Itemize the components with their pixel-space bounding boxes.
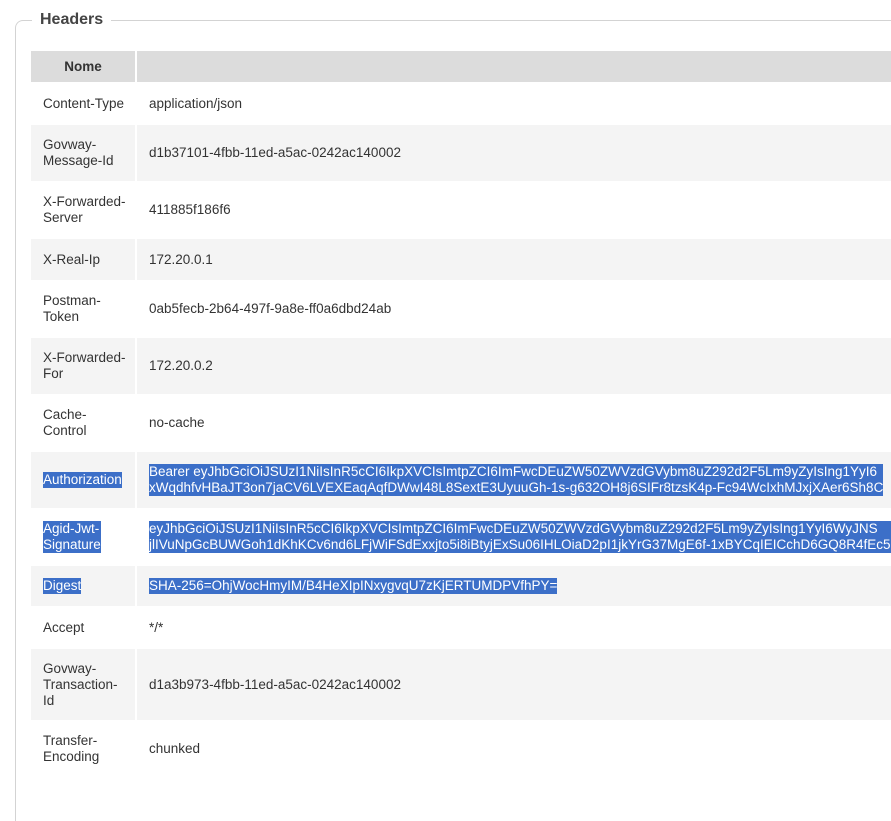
header-value-cell: 172.20.0.1	[137, 239, 891, 280]
header-name-cell: Postman- Token	[31, 281, 137, 337]
header-value-cell: d1a3b973-4fbb-11ed-a5ac-0242ac140002	[137, 649, 891, 720]
header-value-cell: eyJhbGciOiJSUzI1NiIsInR5cCI6IkpXVCIsImtp…	[137, 509, 891, 565]
header-name-text: Cache-	[43, 407, 87, 422]
header-name-text: Control	[43, 423, 87, 438]
header-value-text: application/json	[149, 95, 243, 111]
header-value-text: jlIVuNpGcBUWGoh1dKhKCv6nd6LFjWiFSdExxjto…	[149, 537, 891, 553]
header-value-text: xWqdhfvHBaJT3on7jaCV6LVEXEaqAqfDWwI48L8S…	[149, 480, 884, 496]
header-value-cell: 411885f186f6	[137, 182, 891, 238]
header-name-text: Server	[43, 210, 83, 225]
headers-table: Nome Content-Type application/json Govway-…	[31, 51, 891, 778]
header-name-text: Token	[43, 309, 80, 324]
header-name-text: Content-Type	[43, 95, 125, 111]
header-value-cell: 172.20.0.2	[137, 338, 891, 394]
header-name-cell: X-Real-Ip	[31, 239, 137, 280]
table-row: Content-Type application/json	[31, 83, 891, 125]
header-value-cell: chunked	[137, 721, 891, 777]
header-value-cell: 0ab5fecb-2b64-497f-9a8e-ff0a6dbd24ab	[137, 281, 891, 337]
header-name-text: Id	[43, 692, 55, 708]
header-value-text: 172.20.0.1	[149, 251, 213, 267]
table-row: Postman- Token 0ab5fecb-2b64-497f-9a8e-ff0…	[31, 281, 891, 338]
header-value-text: */*	[149, 619, 164, 635]
header-name-text: Transaction-	[43, 676, 118, 692]
header-value-cell: no-cache	[137, 395, 891, 451]
table-row: Cache- Control no-cache	[31, 395, 891, 452]
header-name-cell: Transfer- Encoding	[31, 721, 137, 777]
table-row: Agid-Jwt- Signature eyJhbGciOiJSUzI1NiIsIn…	[31, 509, 891, 566]
header-value-text: Bearer eyJhbGciOiJSUzI1NiIsInR5cCI6IkpXV…	[149, 464, 884, 480]
header-value-text: 411885f186f6	[149, 202, 231, 217]
header-name-text: X-Forwarded-	[43, 350, 126, 365]
header-value-cell: */*	[137, 607, 891, 648]
header-value-text: 172.20.0.2	[149, 358, 213, 373]
header-name-text: Digest	[43, 578, 82, 594]
header-value-text: d1a3b973-4fbb-11ed-a5ac-0242ac140002	[149, 676, 401, 692]
table-row: X-Real-Ip 172.20.0.1	[31, 239, 891, 281]
header-name-cell: Accept	[31, 607, 137, 648]
table-header-row: Nome	[31, 51, 891, 83]
header-name-cell: X-Forwarded- For	[31, 338, 137, 394]
header-value-cell: SHA-256=OhjWocHmyIM/B4HeXIpINxygvqU7zKjE…	[137, 566, 891, 606]
header-value-text: d1b37101-4fbb-11ed-a5ac-0242ac140002	[149, 145, 401, 160]
table-row: Govway- Message-Id d1b37101-4fbb-11ed-a5ac…	[31, 125, 891, 182]
header-name-cell: Authorization	[31, 452, 137, 508]
table-row: Digest SHA-256=OhjWocHmyIM/B4HeXIpINxygvq…	[31, 566, 891, 607]
header-name-cell: Cache- Control	[31, 395, 137, 451]
header-name-text: Govway-	[43, 660, 97, 676]
header-name-cell: X-Forwarded- Server	[31, 182, 137, 238]
header-name-cell: Agid-Jwt- Signature	[31, 509, 137, 565]
header-name-text: Accept	[43, 619, 85, 635]
header-name-text: Agid-Jwt-	[43, 521, 101, 537]
header-value-text: SHA-256=OhjWocHmyIM/B4HeXIpINxygvqU7zKjE…	[149, 578, 558, 594]
table-row: Transfer- Encoding chunked	[31, 721, 891, 778]
header-name-text: Message-Id	[43, 153, 114, 168]
header-name-text: Postman-	[43, 293, 101, 308]
header-name-text: For	[43, 366, 64, 381]
section-legend: Headers	[32, 9, 112, 31]
table-row: Accept */*	[31, 607, 891, 649]
header-name-text: X-Forwarded-	[43, 194, 126, 209]
header-value-text: no-cache	[149, 415, 205, 430]
header-value-text: chunked	[149, 741, 201, 756]
header-name-text: Encoding	[43, 749, 100, 764]
column-header-name[interactable]: Nome	[31, 51, 137, 82]
header-name-text: X-Real-Ip	[43, 251, 101, 267]
header-name-text: Govway-	[43, 137, 97, 152]
header-name-text: Authorization	[43, 472, 122, 488]
table-row: X-Forwarded- For 172.20.0.2	[31, 338, 891, 395]
table-row: Authorization Bearer eyJhbGciOiJSUzI1NiIs…	[31, 452, 891, 509]
header-name-cell: Govway- Transaction- Id	[31, 649, 137, 720]
header-value-text: 0ab5fecb-2b64-497f-9a8e-ff0a6dbd24ab	[149, 301, 392, 316]
column-header-value[interactable]	[137, 51, 891, 82]
header-value-cell: Bearer eyJhbGciOiJSUzI1NiIsInR5cCI6IkpXV…	[137, 452, 891, 508]
header-value-text: eyJhbGciOiJSUzI1NiIsInR5cCI6IkpXVCIsImtp…	[149, 521, 891, 537]
header-value-cell: d1b37101-4fbb-11ed-a5ac-0242ac140002	[137, 125, 891, 181]
table-row: Govway- Transaction- Id d1a3b973-4fbb-11ed-…	[31, 649, 891, 721]
header-name-text: Transfer-	[43, 733, 98, 748]
header-name-text: Signature	[43, 537, 101, 553]
header-name-cell: Digest	[31, 566, 137, 606]
header-name-cell: Govway- Message-Id	[31, 125, 137, 181]
header-name-cell: Content-Type	[31, 83, 137, 124]
header-value-cell: application/json	[137, 83, 891, 124]
table-row: X-Forwarded- Server 411885f186f6	[31, 182, 891, 239]
